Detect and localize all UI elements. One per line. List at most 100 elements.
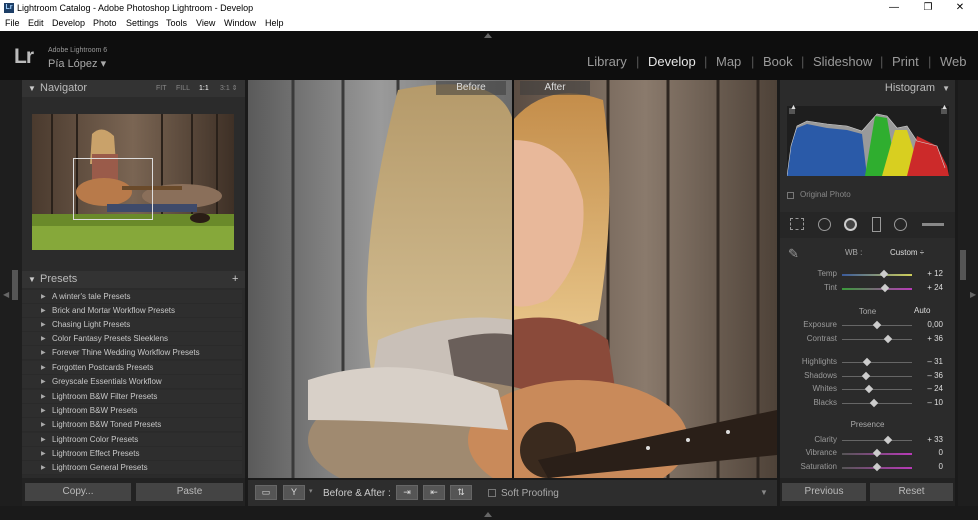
module-print[interactable]: Print bbox=[892, 54, 919, 69]
slider-value-exposure[interactable]: 0,00 bbox=[913, 320, 943, 329]
zoom-3-1[interactable]: 3:1 ⇕ bbox=[220, 80, 238, 97]
slider-highlights[interactable] bbox=[842, 357, 912, 367]
menu-tools[interactable]: Tools bbox=[166, 16, 187, 31]
right-panel-handle[interactable] bbox=[960, 250, 966, 280]
slider-tint[interactable] bbox=[842, 283, 912, 293]
loupe-view-button[interactable]: ▭ bbox=[255, 485, 277, 500]
right-collapse-icon[interactable]: ▶ bbox=[970, 290, 976, 299]
navigator-preview[interactable] bbox=[32, 114, 234, 250]
preset-folder[interactable]: ▶ Forgotten Postcards Presets bbox=[22, 361, 242, 375]
slider-value-contrast[interactable]: + 36 bbox=[913, 334, 943, 343]
module-develop[interactable]: Develop bbox=[648, 54, 696, 69]
copy-before-to-after-button[interactable]: ⇥ bbox=[396, 485, 418, 500]
preset-folder[interactable]: ▶ Lightroom B&W Toned Presets bbox=[22, 418, 242, 432]
menu-photo[interactable]: Photo bbox=[93, 16, 117, 31]
zoom-1-1[interactable]: 1:1 bbox=[199, 80, 209, 97]
slider-whites[interactable] bbox=[842, 384, 912, 394]
slider-value-tint[interactable]: + 24 bbox=[913, 283, 943, 292]
slider-temp[interactable] bbox=[842, 269, 912, 279]
copy-settings-button[interactable]: Copy... bbox=[25, 483, 131, 501]
close-button[interactable]: ✕ bbox=[946, 0, 974, 16]
preset-folder[interactable]: ▶ Lightroom B&W Presets bbox=[22, 404, 242, 418]
left-collapse-icon[interactable]: ◀ bbox=[3, 290, 9, 299]
module-library[interactable]: Library bbox=[587, 54, 627, 69]
slider-value-temp[interactable]: + 12 bbox=[913, 269, 943, 278]
navigator-zoom-box[interactable] bbox=[73, 158, 153, 220]
original-photo-label: Original Photo bbox=[800, 190, 851, 199]
photo-view[interactable]: Before After bbox=[248, 80, 777, 478]
adjustment-brush-icon[interactable] bbox=[922, 223, 944, 226]
slider-contrast[interactable] bbox=[842, 334, 912, 344]
view-menu-arrow-icon[interactable]: ▾ bbox=[309, 487, 313, 495]
red-eye-icon[interactable] bbox=[844, 218, 857, 231]
original-photo-checkbox[interactable] bbox=[787, 192, 794, 199]
slider-clarity[interactable] bbox=[842, 435, 912, 445]
copy-after-to-before-button[interactable]: ⇤ bbox=[423, 485, 445, 500]
graduated-filter-icon[interactable] bbox=[872, 217, 881, 232]
module-book[interactable]: Book bbox=[763, 54, 793, 69]
toolbar-menu-icon[interactable]: ▼ bbox=[760, 488, 768, 497]
presets-header[interactable]: ▼ Presets + bbox=[22, 271, 245, 288]
before-after-divider[interactable] bbox=[512, 80, 514, 478]
slider-value-blacks[interactable]: – 10 bbox=[913, 398, 943, 407]
add-preset-icon[interactable]: + bbox=[232, 271, 238, 288]
left-panel-handle[interactable] bbox=[12, 270, 18, 300]
preset-folder[interactable]: ▶ Chasing Light Presets bbox=[22, 318, 242, 332]
slider-value-shadows[interactable]: – 36 bbox=[913, 371, 943, 380]
slider-shadows[interactable] bbox=[842, 371, 912, 381]
preset-folder[interactable]: ▶ Lightroom Color Presets bbox=[22, 433, 242, 447]
slider-value-whites[interactable]: – 24 bbox=[913, 384, 943, 393]
histogram-header[interactable]: Histogram ▼ bbox=[780, 80, 955, 97]
zoom-fill[interactable]: FILL bbox=[176, 80, 190, 97]
maximize-button[interactable]: ❐ bbox=[914, 0, 942, 16]
menu-help[interactable]: Help bbox=[265, 16, 284, 31]
shadow-clipping-icon[interactable]: ▲ bbox=[790, 104, 797, 111]
slider-value-saturation[interactable]: 0 bbox=[913, 462, 943, 471]
preset-folder[interactable]: ▶ Brick and Mortar Workflow Presets bbox=[22, 304, 242, 318]
highlight-clipping-icon[interactable]: ▲ bbox=[941, 104, 948, 111]
before-after-view-button[interactable]: Y bbox=[283, 485, 305, 500]
menu-edit[interactable]: Edit bbox=[28, 16, 44, 31]
module-slideshow[interactable]: Slideshow bbox=[813, 54, 872, 69]
slider-exposure[interactable] bbox=[842, 320, 912, 330]
radial-filter-icon[interactable] bbox=[894, 218, 907, 231]
menu-view[interactable]: View bbox=[196, 16, 215, 31]
module-map[interactable]: Map bbox=[716, 54, 741, 69]
paste-settings-button[interactable]: Paste bbox=[136, 483, 243, 501]
preset-folder[interactable]: ▶ Greyscale Essentials Workflow bbox=[22, 375, 242, 389]
module-web[interactable]: Web bbox=[940, 54, 967, 69]
navigator-header[interactable]: ▼ Navigator FIT FILL 1:1 3:1 ⇕ bbox=[22, 80, 245, 97]
lr-logo: Lr bbox=[14, 45, 34, 68]
spot-removal-icon[interactable] bbox=[818, 218, 831, 231]
swap-before-after-button[interactable]: ⇅ bbox=[450, 485, 472, 500]
soft-proofing-checkbox[interactable] bbox=[488, 489, 496, 497]
menu-develop[interactable]: Develop bbox=[52, 16, 85, 31]
preset-folder[interactable]: ▶ Lightroom General Presets bbox=[22, 461, 242, 475]
slider-vibrance[interactable] bbox=[842, 448, 912, 458]
minimize-button[interactable]: — bbox=[880, 0, 908, 16]
preset-folder[interactable]: ▶ Forever Thine Wedding Workflow Presets bbox=[22, 346, 242, 360]
preset-folder[interactable]: ▶ Lightroom Effect Presets bbox=[22, 447, 242, 461]
collapse-bottom-icon[interactable] bbox=[484, 512, 492, 517]
slider-blacks[interactable] bbox=[842, 398, 912, 408]
slider-value-vibrance[interactable]: 0 bbox=[913, 448, 943, 457]
previous-button[interactable]: Previous bbox=[782, 483, 866, 501]
crop-tool-icon[interactable] bbox=[790, 218, 804, 230]
menu-settings[interactable]: Settings bbox=[126, 16, 159, 31]
slider-value-clarity[interactable]: + 33 bbox=[913, 435, 943, 444]
auto-tone-button[interactable]: Auto bbox=[914, 306, 930, 315]
slider-value-highlights[interactable]: – 31 bbox=[913, 357, 943, 366]
preset-folder[interactable]: ▶ Color Fantasy Presets Sleeklens bbox=[22, 332, 242, 346]
slider-saturation[interactable] bbox=[842, 462, 912, 472]
histogram-graph[interactable]: ▲ ▲ bbox=[786, 104, 949, 177]
wb-eyedropper-icon[interactable]: ✎ bbox=[788, 246, 799, 262]
menu-window[interactable]: Window bbox=[224, 16, 256, 31]
preset-folder[interactable]: ▶ Lightroom B&W Filter Presets bbox=[22, 390, 242, 404]
identity-plate[interactable]: Pía López ▾ bbox=[48, 57, 106, 70]
menu-file[interactable]: File bbox=[5, 16, 20, 31]
reset-button[interactable]: Reset bbox=[870, 483, 953, 501]
wb-dropdown[interactable]: Custom ÷ bbox=[890, 248, 924, 257]
preset-folder[interactable]: ▶ A winter's tale Presets bbox=[22, 290, 242, 304]
zoom-fit[interactable]: FIT bbox=[156, 80, 167, 97]
collapse-top-icon[interactable] bbox=[484, 33, 492, 38]
